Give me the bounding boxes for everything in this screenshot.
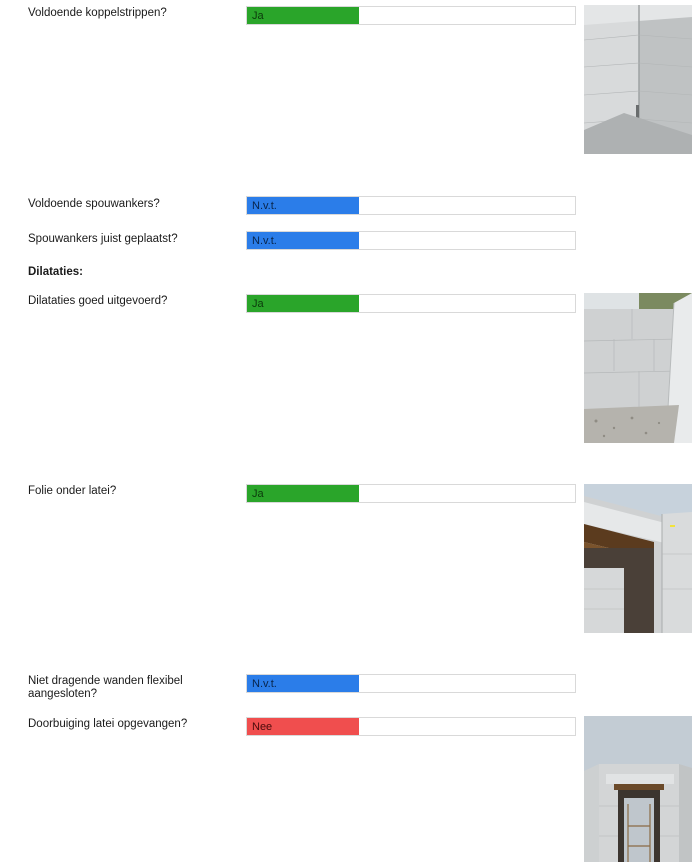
answer-label-niet-dragende-wanden: N.v.t. bbox=[247, 675, 359, 692]
answer-bar-dilataties[interactable]: Ja bbox=[246, 294, 576, 313]
answer-bar-spouwankers[interactable]: N.v.t. bbox=[246, 196, 576, 215]
question-doorbuiging-latei: Doorbuiging latei opgevangen? bbox=[28, 718, 188, 730]
concrete-block-wall-photo[interactable] bbox=[584, 293, 692, 443]
answer-label-spouwankers-geplaatst: N.v.t. bbox=[247, 232, 359, 249]
doorway-lintel-photo[interactable] bbox=[584, 716, 692, 862]
answer-bar-niet-dragende-wanden[interactable]: N.v.t. bbox=[246, 674, 576, 693]
answer-label-dilataties: Ja bbox=[247, 295, 359, 312]
answer-bar-koppelstrippen[interactable]: Ja bbox=[246, 6, 576, 25]
answer-bar-folie[interactable]: Ja bbox=[246, 484, 576, 503]
answer-label-doorbuiging-latei: Nee bbox=[247, 718, 359, 735]
answer-label-spouwankers: N.v.t. bbox=[247, 197, 359, 214]
section-heading-dilataties: Dilataties: bbox=[28, 266, 83, 278]
answer-label-folie: Ja bbox=[247, 485, 359, 502]
answer-label-koppelstrippen: Ja bbox=[247, 7, 359, 24]
answer-bar-spouwankers-geplaatst[interactable]: N.v.t. bbox=[246, 231, 576, 250]
lintel-foil-photo[interactable] bbox=[584, 484, 692, 633]
question-spouwankers-geplaatst: Spouwankers juist geplaatst? bbox=[28, 233, 178, 245]
question-folie: Folie onder latei? bbox=[28, 485, 117, 497]
question-spouwankers: Voldoende spouwankers? bbox=[28, 198, 160, 210]
question-niet-dragende-wanden: Niet dragende wanden flexibel aangeslote… bbox=[28, 675, 183, 700]
concrete-corner-wall-photo[interactable] bbox=[584, 5, 692, 154]
answer-bar-doorbuiging-latei[interactable]: Nee bbox=[246, 717, 576, 736]
question-koppelstrippen: Voldoende koppelstrippen? bbox=[28, 7, 167, 19]
question-dilataties: Dilataties goed uitgevoerd? bbox=[28, 295, 168, 307]
